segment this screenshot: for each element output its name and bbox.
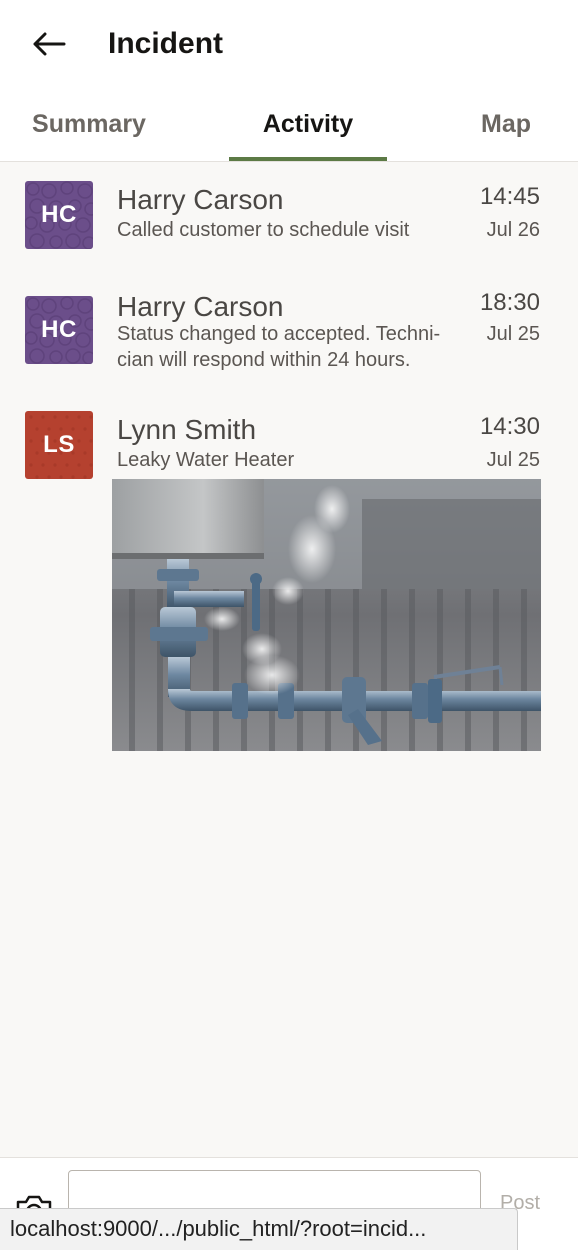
activity-text: Leaky Water Heater — [117, 449, 295, 471]
leaking-pipe-photo[interactable] — [112, 479, 541, 751]
activity-text-line2: cian will respond within 24 hours. — [117, 349, 411, 371]
activity-date: Jul 25 — [486, 449, 540, 471]
activity-time: 18:30 — [479, 289, 540, 316]
activity-time: 14:45 — [479, 183, 540, 210]
author-name: Lynn Smith — [117, 414, 257, 445]
activity-date: Jul 26 — [486, 219, 540, 241]
author-name: Harry Carson — [117, 184, 284, 215]
avatar: LS — [25, 411, 93, 479]
page-title: Incident — [108, 27, 224, 60]
arrow-left-icon — [33, 32, 66, 56]
activity-item[interactable]: HC Harry Carson Called customer to sched… — [0, 162, 578, 268]
activity-date: Jul 25 — [486, 323, 540, 345]
activity-item[interactable]: HC Harry Carson Status changed to accept… — [0, 277, 578, 387]
avatar: HC — [25, 296, 93, 364]
author-name: Harry Carson — [117, 291, 284, 322]
tab-summary[interactable]: Summary — [0, 88, 178, 161]
app-header: Incident — [0, 0, 578, 88]
back-button[interactable] — [24, 22, 74, 66]
activity-time: 14:30 — [479, 413, 540, 440]
tab-bar: Summary Activity Map — [0, 88, 578, 162]
avatar: HC — [25, 181, 93, 249]
browser-status-url: localhost:9000/.../public_html/?root=inc… — [0, 1208, 518, 1250]
tab-activity[interactable]: Activity — [229, 88, 387, 161]
activity-text-line1: Status changed to accepted. Techni- — [117, 323, 441, 345]
avatar-initials: HC — [41, 316, 77, 343]
tab-map[interactable]: Map — [455, 88, 557, 161]
activity-text: Called customer to schedule visit — [117, 219, 410, 241]
avatar-initials: LS — [43, 431, 75, 458]
avatar-initials: HC — [41, 201, 77, 228]
